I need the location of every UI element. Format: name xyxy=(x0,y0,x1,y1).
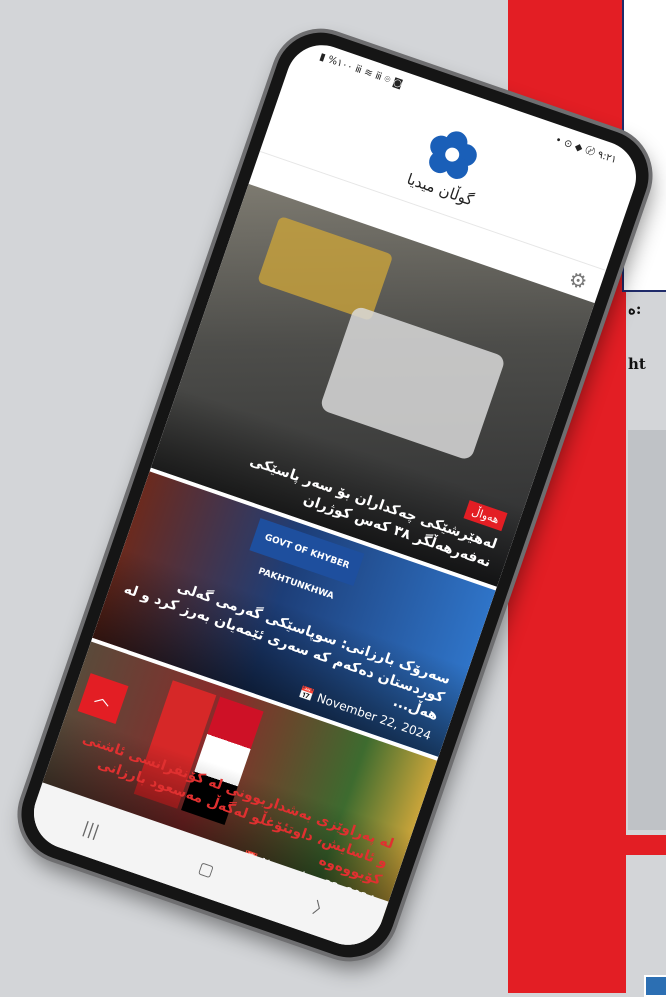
back-button[interactable]: 〉 xyxy=(310,894,333,922)
home-button[interactable]: ▢ xyxy=(196,857,216,880)
chevron-up-icon[interactable]: ︿ xyxy=(77,673,129,725)
background-blue-square xyxy=(644,975,666,997)
background-text-fragments: ه: ht xyxy=(628,300,666,410)
truck-shape xyxy=(257,215,394,322)
fragment-1: ه: xyxy=(628,300,642,318)
recent-apps-button[interactable]: ||| xyxy=(80,817,101,840)
van-shape xyxy=(319,305,507,462)
background-grey-panel xyxy=(628,430,666,830)
gear-icon[interactable]: ⚙ xyxy=(566,266,591,295)
calendar-icon: 📅 xyxy=(297,684,317,703)
background-red-strip xyxy=(508,835,666,855)
fragment-2: ht xyxy=(628,355,646,373)
